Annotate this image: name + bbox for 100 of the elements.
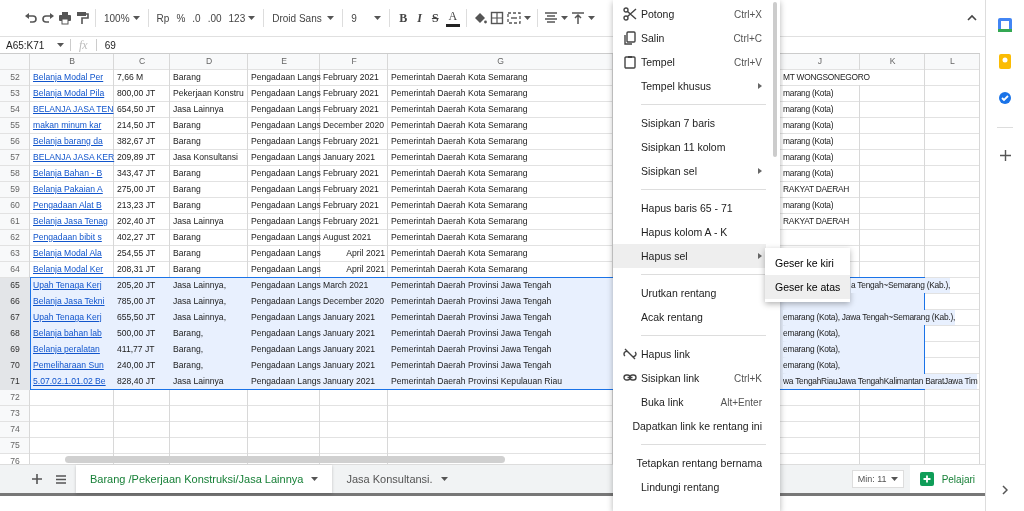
row-number[interactable]: 63 xyxy=(0,246,30,262)
table-cell: Pemerintah Daerah Kota Semarang xyxy=(391,200,528,210)
column-header[interactable]: L xyxy=(950,56,955,66)
row-number[interactable]: 72 xyxy=(0,390,30,406)
menu-item[interactable]: Acak rentang xyxy=(613,305,766,329)
row-number[interactable]: 76 xyxy=(0,454,30,470)
menu-item[interactable]: Tetapkan rentang bernama xyxy=(613,451,766,475)
row-number[interactable]: 62 xyxy=(0,230,30,246)
link[interactable]: Belanja Pakaian A xyxy=(33,184,103,194)
italic-button[interactable]: I xyxy=(414,9,425,27)
font-dropdown[interactable]: Droid Sans xyxy=(270,10,337,26)
table-cell: 205,20 JT xyxy=(117,280,156,290)
column-header[interactable]: C xyxy=(138,56,146,66)
link[interactable]: Upah Tenaga Kerj xyxy=(33,312,102,322)
table-cell: Pemerintah Daerah Provinsi Jawa Tengah xyxy=(391,360,552,370)
link[interactable]: 5.07.02.1.01.02 Be xyxy=(33,376,106,386)
sheet-tab[interactable]: Jasa Konsultansi. xyxy=(332,465,462,493)
menu-item[interactable]: Tempel khusus xyxy=(613,74,766,98)
row-number[interactable]: 61 xyxy=(0,214,30,230)
column-header[interactable]: B xyxy=(69,56,75,66)
sheet-tab[interactable]: Barang /Pekerjaan Konstruksi/Jasa Lainnya xyxy=(76,465,333,493)
increase-decimal-button[interactable]: .00 xyxy=(205,10,224,26)
column-header[interactable]: F xyxy=(351,56,357,66)
link[interactable]: BELANJA JASA KER xyxy=(33,152,115,162)
bold-button[interactable]: B xyxy=(396,9,411,27)
menu-item[interactable]: Sisipkan link Ctrl+K xyxy=(613,366,766,390)
link[interactable]: Belanja barang da xyxy=(33,136,103,146)
column-header[interactable]: J xyxy=(817,56,823,66)
link[interactable]: Belanja peralatan xyxy=(33,344,100,354)
menu-item[interactable]: Buka link Alt+Enter xyxy=(613,390,766,414)
link[interactable]: Belanja Modal Pila xyxy=(33,88,105,98)
row-number[interactable]: 75 xyxy=(0,438,30,454)
link[interactable]: Belanja bahan lab xyxy=(33,328,102,338)
menu-item[interactable]: Lindungi rentang xyxy=(613,475,766,499)
menu-item[interactable]: Sisipkan 11 kolom xyxy=(613,135,766,159)
menu-item[interactable]: Urutkan rentang xyxy=(613,281,766,305)
menu-item[interactable]: Salin Ctrl+C xyxy=(613,26,766,50)
explore-button[interactable]: Pelajari xyxy=(909,465,985,493)
name-box[interactable]: A65:K71 xyxy=(0,39,70,51)
decrease-decimal-button[interactable]: .0 xyxy=(190,10,203,26)
menu-item[interactable]: Hapus sel xyxy=(613,244,766,268)
link[interactable]: Belanja Modal Per xyxy=(33,72,104,82)
link[interactable]: Pengadaan Alat B xyxy=(33,200,102,210)
link[interactable]: Belanja Modal Ker xyxy=(33,264,104,274)
row-number[interactable]: 66 xyxy=(0,294,30,310)
row-number[interactable]: 69 xyxy=(0,342,30,358)
link[interactable]: Belanja Modal Ala xyxy=(33,248,102,258)
table-cell: Pemerintah Daerah Kota Semarang xyxy=(391,168,528,178)
zoom-dropdown[interactable]: 100% xyxy=(102,10,142,26)
column-header[interactable]: G xyxy=(497,56,504,66)
table-cell: Jasa Lainnya, xyxy=(173,296,227,306)
column-header[interactable]: E xyxy=(281,56,287,66)
row-number[interactable]: 68 xyxy=(0,326,30,342)
zoom-dropdown[interactable]: Min: 11 xyxy=(851,470,904,488)
menu-item[interactable]: Geser ke atas xyxy=(765,275,850,299)
currency-format-button[interactable]: Rp xyxy=(154,10,172,26)
row-number[interactable]: 60 xyxy=(0,198,30,214)
row-number[interactable]: 58 xyxy=(0,166,30,182)
percent-format-button[interactable]: % xyxy=(174,10,188,26)
link[interactable]: Belanja Bahan - B xyxy=(33,168,103,178)
number-format-dropdown[interactable]: 123 xyxy=(226,10,258,26)
menu-item[interactable]: Sisipkan sel xyxy=(613,159,766,183)
menu-item[interactable]: Geser ke kiri xyxy=(765,251,850,275)
row-number[interactable]: 74 xyxy=(0,422,30,438)
link[interactable]: Upah Tenaga Kerj xyxy=(33,280,102,290)
font-size-dropdown[interactable]: 9 xyxy=(349,10,384,26)
row-number[interactable]: 55 xyxy=(0,118,30,134)
formula-field[interactable]: 69 xyxy=(96,39,116,51)
menu-item[interactable]: Potong Ctrl+X xyxy=(613,2,766,26)
link[interactable]: Pengadaan bibit s xyxy=(33,232,102,242)
row-number[interactable]: 52 xyxy=(0,70,30,86)
row-number[interactable]: 53 xyxy=(0,86,30,102)
row-number[interactable]: 71 xyxy=(0,374,30,390)
row-number[interactable]: 67 xyxy=(0,310,30,326)
row-number[interactable]: 59 xyxy=(0,182,30,198)
link[interactable]: makan minum kar xyxy=(33,120,102,130)
row-number[interactable]: 57 xyxy=(0,150,30,166)
menu-item[interactable]: Hapus baris 65 - 71 xyxy=(613,196,766,220)
menu-item[interactable]: Dapatkan link ke rentang ini xyxy=(613,414,766,438)
menu-item[interactable]: Tempel Ctrl+V xyxy=(613,50,766,74)
column-header[interactable]: K xyxy=(889,56,896,66)
row-number[interactable]: 54 xyxy=(0,102,30,118)
menu-item[interactable]: Sisipkan 7 baris xyxy=(613,111,766,135)
text-color-button[interactable]: A xyxy=(445,9,461,27)
menu-item[interactable]: Hapus kolom A - K xyxy=(613,220,766,244)
row-number[interactable]: 56 xyxy=(0,134,30,150)
strikethrough-button[interactable]: S xyxy=(428,9,442,27)
row-number[interactable]: 64 xyxy=(0,262,30,278)
row-number[interactable]: 65 xyxy=(0,278,30,294)
link[interactable]: Pemeliharaan Sun xyxy=(33,360,104,370)
link[interactable]: BELANJA JASA TEN xyxy=(33,104,114,114)
link[interactable]: Belanja Jasa Tenag xyxy=(33,216,108,226)
table-cell: Pekerjaan Konstru xyxy=(173,88,244,98)
row-number[interactable]: 70 xyxy=(0,358,30,374)
column-header[interactable]: D xyxy=(205,56,213,66)
row-number[interactable]: 73 xyxy=(0,406,30,422)
table-cell: Pemerintah Daerah Kota Semarang xyxy=(391,72,528,82)
menu-item[interactable]: Hapus link xyxy=(613,342,766,366)
link[interactable]: Belanja Jasa Tekni xyxy=(33,296,105,306)
table-cell: January 2021 xyxy=(323,328,376,338)
